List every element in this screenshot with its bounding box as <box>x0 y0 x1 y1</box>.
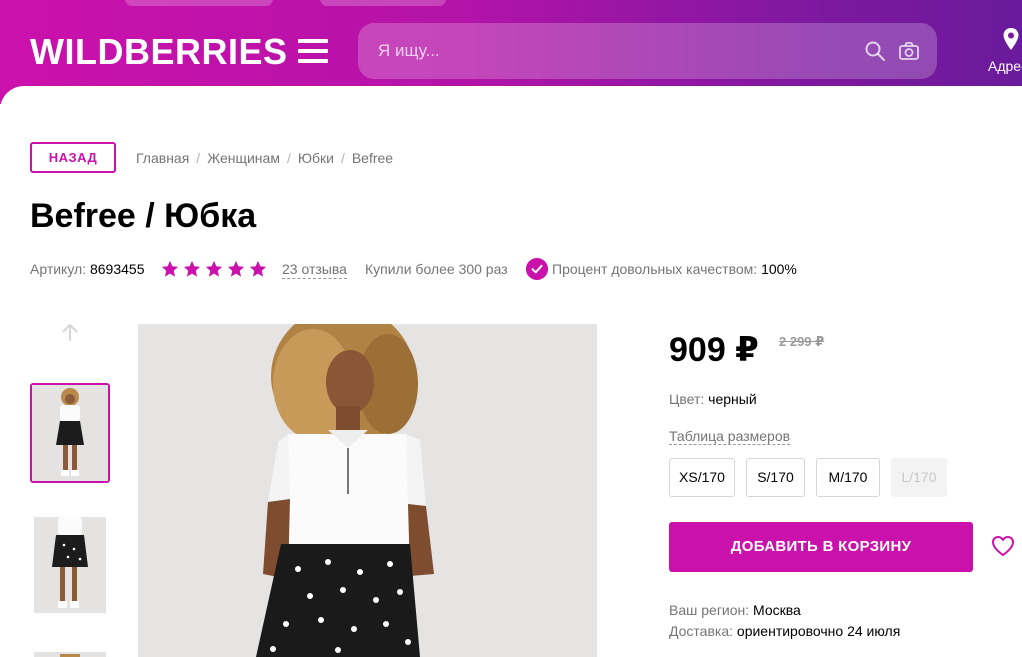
back-button[interactable]: НАЗАД <box>30 142 116 173</box>
star-icon <box>227 260 245 277</box>
check-circle-icon <box>526 258 548 280</box>
thumbnail-image <box>34 652 106 657</box>
gallery-thumbnail[interactable] <box>34 648 114 657</box>
region-info: Ваш регион: Москва <box>669 602 801 618</box>
star-icon <box>205 260 223 277</box>
add-to-cart-button[interactable]: ДОБАВИТЬ В КОРЗИНУ <box>669 522 973 572</box>
breadcrumb-item-home[interactable]: Главная <box>136 150 189 166</box>
size-table-link[interactable]: Таблица размеров <box>669 428 791 445</box>
bought-count: Купили более 300 раз <box>365 261 508 277</box>
current-price: 909 ₽ <box>669 331 759 369</box>
color-info: Цвет: черный <box>669 391 757 407</box>
size-option[interactable]: M/170 <box>816 458 880 497</box>
breadcrumb-item-skirts[interactable]: Юбки <box>298 150 334 166</box>
menu-burger-icon[interactable] <box>298 38 328 64</box>
article-label: Артикул: <box>30 261 87 277</box>
breadcrumb: Главная / Женщинам / Юбки / Befree <box>136 150 393 166</box>
article-info: Артикул: 8693455 <box>30 261 145 279</box>
favorite-heart-icon[interactable] <box>991 535 1015 557</box>
article-value: 8693455 <box>89 261 145 277</box>
location-pin-icon[interactable] <box>1002 27 1020 51</box>
thumbnail-image <box>32 385 108 481</box>
delivery-value: ориентировочно 24 июля <box>736 623 901 639</box>
address-label[interactable]: Адрес <box>988 58 1022 74</box>
quality-value: 100% <box>761 261 797 277</box>
region-value[interactable]: Москва <box>753 602 801 618</box>
old-price: 2 299 ₽ <box>779 334 825 349</box>
size-option[interactable]: S/170 <box>746 458 805 497</box>
product-title: Befree / Юбка <box>30 197 257 235</box>
size-option-unavailable: L/170 <box>891 458 947 497</box>
star-icon <box>161 260 179 277</box>
search-icon[interactable] <box>865 41 885 61</box>
thumbnail-image <box>34 517 106 613</box>
quality-label: Процент довольных качеством: <box>552 261 758 277</box>
camera-search-icon[interactable] <box>899 41 919 61</box>
gallery-thumbnail[interactable] <box>34 517 114 613</box>
breadcrumb-item-women[interactable]: Женщинам <box>207 150 280 166</box>
delivery-info: Доставка: ориентировочно 24 июля <box>669 623 900 639</box>
search-input[interactable] <box>358 23 937 79</box>
breadcrumb-separator: / <box>286 150 291 166</box>
breadcrumb-item-brand[interactable]: Befree <box>352 150 393 166</box>
color-label: Цвет: <box>669 391 705 407</box>
breadcrumb-separator: / <box>196 150 201 166</box>
model-photo <box>138 324 597 657</box>
star-icon <box>183 260 201 277</box>
top-nav-pill[interactable] <box>125 0 273 6</box>
breadcrumb-separator: / <box>340 150 345 166</box>
color-value: черный <box>708 391 757 407</box>
delivery-label: Доставка: <box>669 623 734 639</box>
region-label: Ваш регион: <box>669 602 750 618</box>
reviews-link[interactable]: 23 отзыва <box>282 261 347 279</box>
main-product-photo[interactable] <box>138 324 597 657</box>
star-icon <box>249 260 267 277</box>
size-option[interactable]: XS/170 <box>669 458 735 497</box>
gallery-thumbnail[interactable] <box>30 383 110 483</box>
site-logo[interactable]: WILDBERRIES <box>30 31 288 73</box>
top-nav-pill[interactable] <box>320 0 446 6</box>
gallery-up-arrow-icon[interactable] <box>60 322 80 342</box>
quality-info: Процент довольных качеством: 100% <box>552 261 797 277</box>
rating-stars <box>161 260 267 278</box>
